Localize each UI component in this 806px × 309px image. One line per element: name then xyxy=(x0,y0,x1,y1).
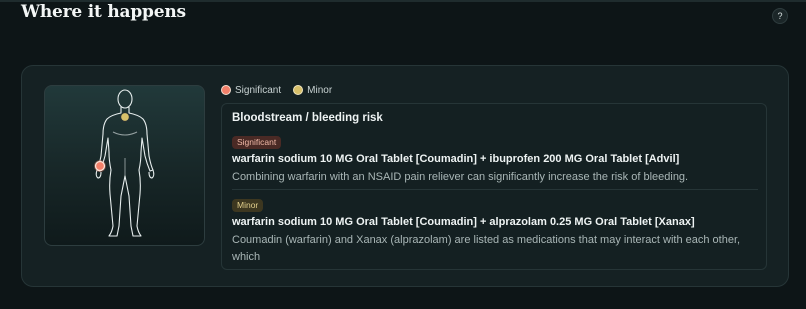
human-body-icon xyxy=(94,89,155,237)
body-map xyxy=(44,85,205,246)
legend-significant-label: Significant xyxy=(235,84,282,96)
legend-minor-label: Minor xyxy=(307,84,333,96)
significant-dot-icon xyxy=(221,85,231,95)
interaction-pair: warfarin sodium 10 MG Oral Tablet [Couma… xyxy=(232,153,680,165)
region-title: Bloodstream / bleeding risk xyxy=(232,112,383,124)
minor-dot-icon xyxy=(293,85,304,95)
interaction-divider xyxy=(232,189,758,190)
legend-minor: Minor xyxy=(293,85,332,96)
interaction-description: Combining warfarin with an NSAID pain re… xyxy=(232,171,689,183)
severity-badge: Significant xyxy=(232,136,282,149)
section-title: Where it happens xyxy=(21,2,186,22)
legend-significant: Significant xyxy=(221,85,281,96)
minor-marker[interactable] xyxy=(119,111,131,123)
severity-badge: Minor xyxy=(232,199,264,212)
region-details-panel: Bloodstream / bleeding risk Significant … xyxy=(221,103,767,270)
interaction-pair: warfarin sodium 10 MG Oral Tablet [Couma… xyxy=(232,216,695,228)
interaction-description: Coumadin (warfarin) and Xanax (alprazola… xyxy=(232,234,741,263)
where-it-happens-card: Significant Minor Bloodstream / bleeding… xyxy=(21,65,789,287)
interaction-item: Minor warfarin sodium 10 MG Oral Tablet … xyxy=(232,195,758,266)
severity-legend: Significant Minor xyxy=(221,83,344,97)
significant-marker[interactable] xyxy=(94,160,106,172)
interaction-item: Significant warfarin sodium 10 MG Oral T… xyxy=(232,132,758,186)
help-button[interactable]: ? xyxy=(772,8,788,24)
